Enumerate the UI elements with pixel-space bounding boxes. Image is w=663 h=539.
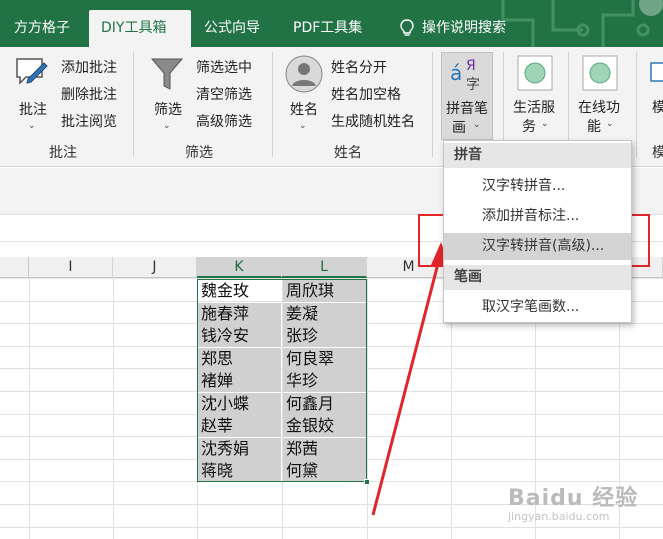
- baidu-watermark-url: jingyan.baidu.com: [508, 510, 610, 523]
- baidu-watermark: Baidu 经验: [508, 486, 639, 511]
- dropdown-section-pinyin: 拼音: [444, 143, 631, 168]
- menu-item-hanzi-to-pinyin-advanced[interactable]: 汉字转拼音(高级)...: [444, 233, 631, 260]
- dropdown-section-stroke: 笔画: [444, 265, 631, 290]
- menu-item-add-pinyin-annotation[interactable]: 添加拼音标注...: [444, 203, 631, 230]
- pinyin-dropdown-menu: 拼音 汉字转拼音... 添加拼音标注... 汉字转拼音(高级)... 笔画 取汉…: [443, 140, 632, 323]
- menu-item-hanzi-to-pinyin[interactable]: 汉字转拼音...: [444, 173, 631, 200]
- menu-item-stroke-count[interactable]: 取汉字笔画数...: [444, 294, 631, 321]
